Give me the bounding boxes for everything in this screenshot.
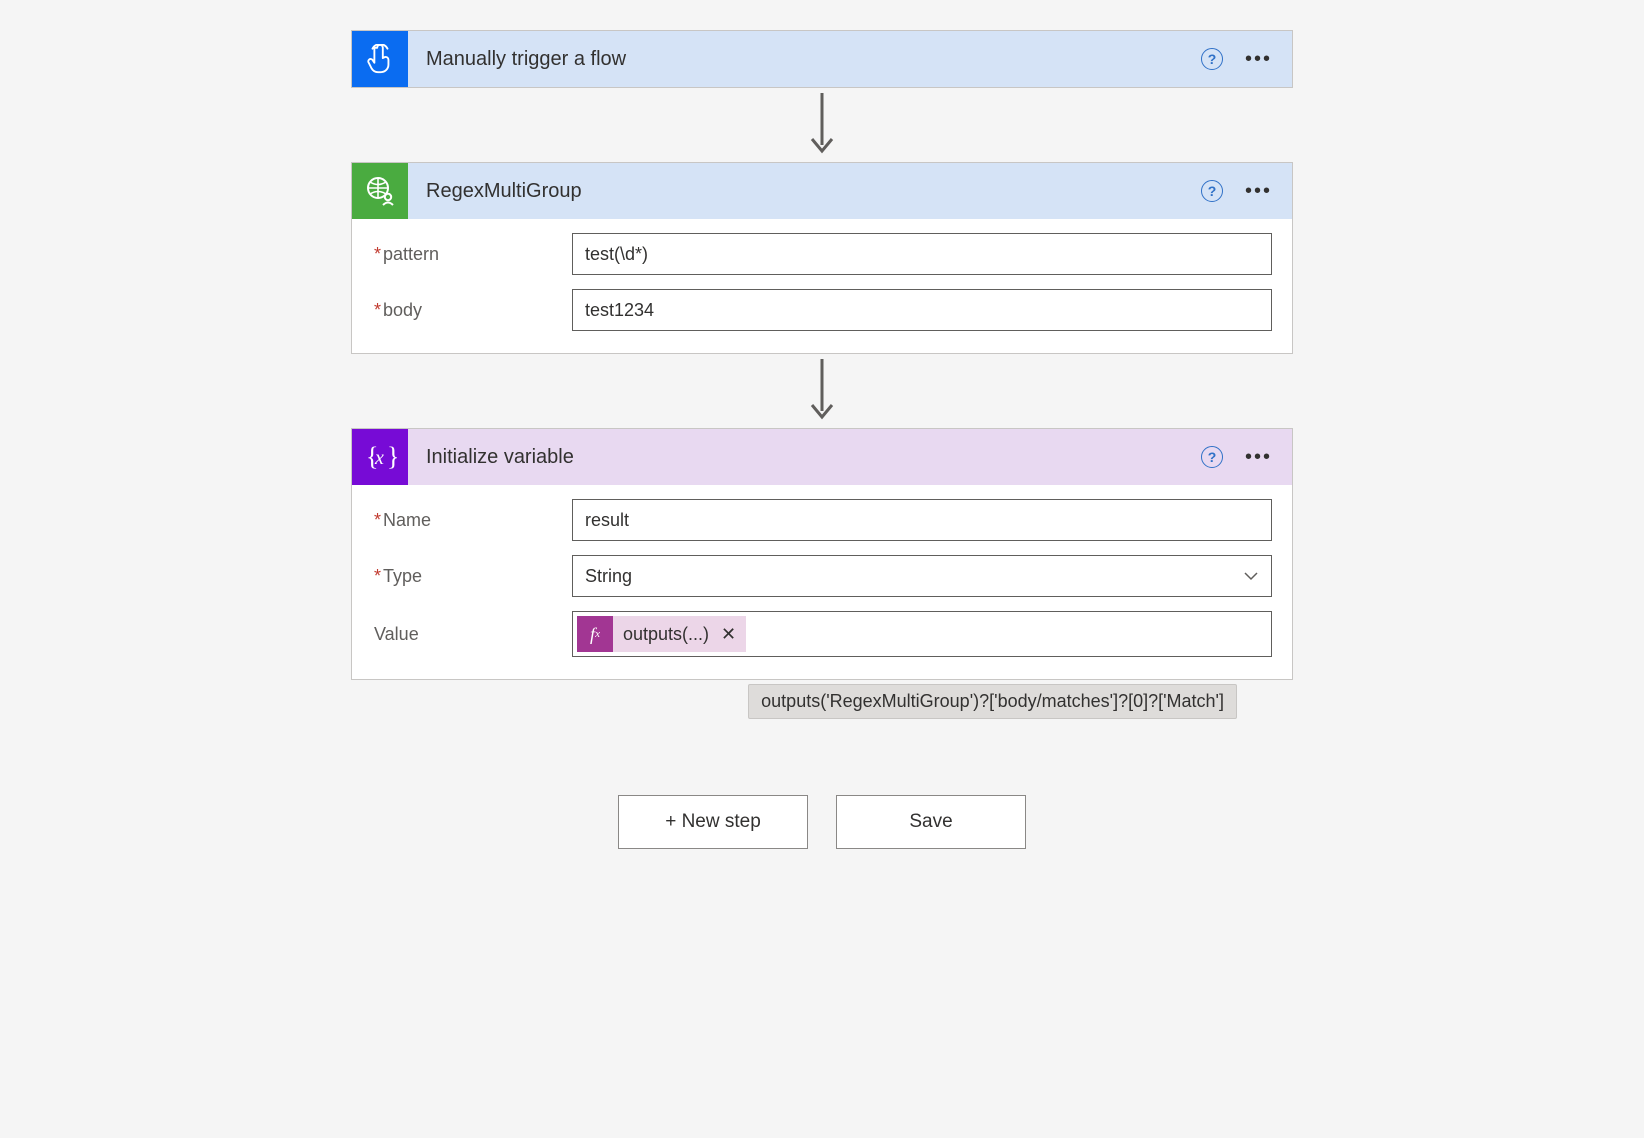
fx-icon: fx <box>577 616 613 652</box>
new-step-button[interactable]: + New step <box>618 795 808 849</box>
footer-buttons: + New step Save <box>351 795 1293 849</box>
body-label: *body <box>372 300 572 321</box>
value-row: Value fx outputs(...) ✕ <box>372 611 1272 657</box>
name-row: *Name result <box>372 499 1272 541</box>
body-input[interactable]: test1234 <box>572 289 1272 331</box>
value-input[interactable]: fx outputs(...) ✕ <box>572 611 1272 657</box>
trigger-title: Manually trigger a flow <box>408 48 1201 71</box>
flow-canvas: Manually trigger a flow ? ••• RegexMulti… <box>351 30 1293 849</box>
value-label: Value <box>372 624 572 645</box>
type-row: *Type String <box>372 555 1272 597</box>
trigger-card: Manually trigger a flow ? ••• <box>351 30 1293 88</box>
regex-card: RegexMultiGroup ? ••• *pattern test(\d*)… <box>351 162 1293 354</box>
name-label: *Name <box>372 510 572 531</box>
remove-token-icon[interactable]: ✕ <box>717 624 746 645</box>
name-input[interactable]: result <box>572 499 1272 541</box>
expression-tooltip-wrap: outputs('RegexMultiGroup')?['body/matche… <box>351 684 1293 719</box>
save-button[interactable]: Save <box>836 795 1026 849</box>
svg-text:x: x <box>374 447 384 469</box>
initvar-header[interactable]: { x } Initialize variable ? ••• <box>352 429 1292 485</box>
help-icon[interactable]: ? <box>1201 180 1223 202</box>
pattern-label: *pattern <box>372 244 572 265</box>
more-icon[interactable]: ••• <box>1245 447 1272 467</box>
trigger-header[interactable]: Manually trigger a flow ? ••• <box>352 31 1292 87</box>
connector-arrow <box>351 88 1293 162</box>
pattern-input[interactable]: test(\d*) <box>572 233 1272 275</box>
type-label: *Type <box>372 566 572 587</box>
expression-token[interactable]: fx outputs(...) ✕ <box>577 616 746 652</box>
regex-header[interactable]: RegexMultiGroup ? ••• <box>352 163 1292 219</box>
initvar-body: *Name result *Type String Value fx outpu… <box>352 485 1292 679</box>
expression-tooltip: outputs('RegexMultiGroup')?['body/matche… <box>748 684 1237 719</box>
type-select-value: String <box>585 566 632 587</box>
regex-title: RegexMultiGroup <box>408 180 1201 203</box>
initvar-title: Initialize variable <box>408 446 1201 469</box>
help-icon[interactable]: ? <box>1201 48 1223 70</box>
type-select[interactable]: String <box>572 555 1272 597</box>
regex-body: *pattern test(\d*) *body test1234 <box>352 219 1292 353</box>
chevron-down-icon <box>1243 568 1259 584</box>
initvar-card: { x } Initialize variable ? ••• *Name re… <box>351 428 1293 680</box>
more-icon[interactable]: ••• <box>1245 49 1272 69</box>
globe-user-icon <box>352 163 408 219</box>
more-icon[interactable]: ••• <box>1245 181 1272 201</box>
expression-token-text: outputs(...) <box>623 624 717 645</box>
connector-arrow <box>351 354 1293 428</box>
svg-text:}: } <box>387 442 397 471</box>
manual-trigger-icon <box>352 31 408 87</box>
variable-icon: { x } <box>352 429 408 485</box>
pattern-row: *pattern test(\d*) <box>372 233 1272 275</box>
body-row: *body test1234 <box>372 289 1272 331</box>
help-icon[interactable]: ? <box>1201 446 1223 468</box>
